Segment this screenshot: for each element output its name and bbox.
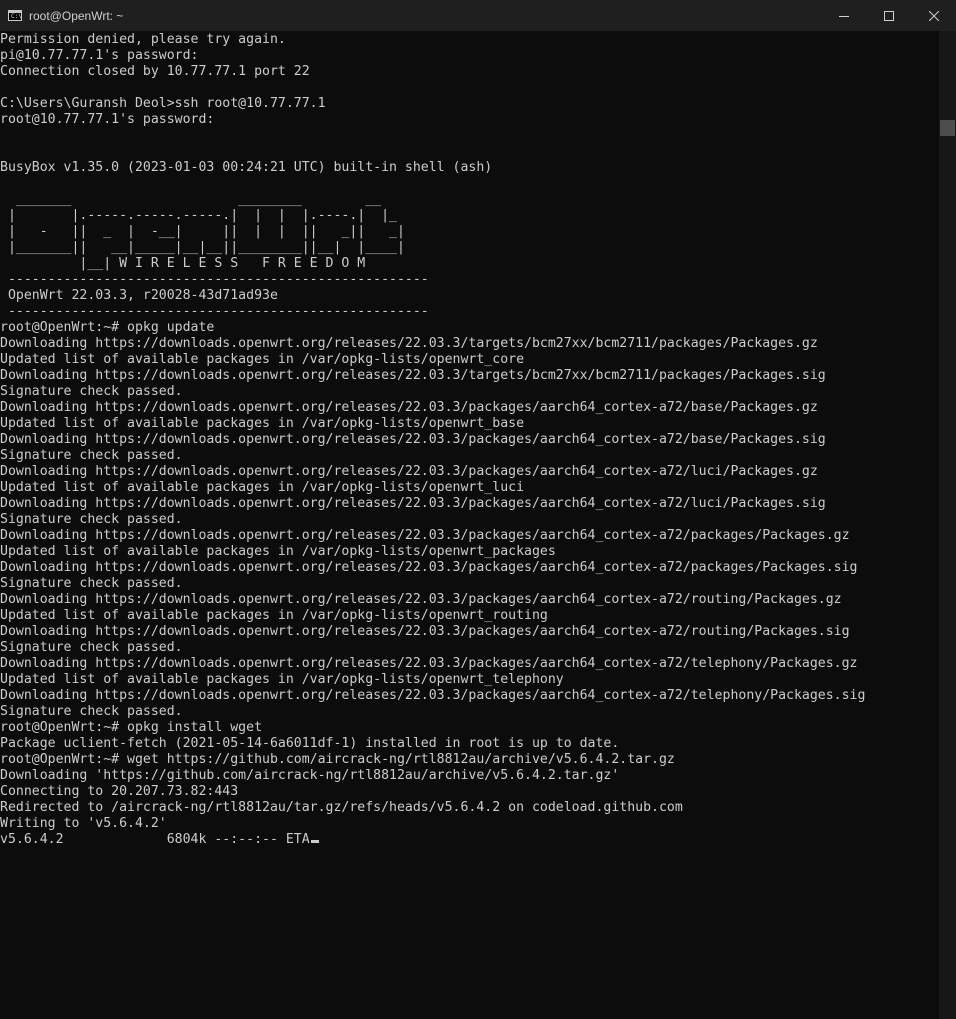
terminal-line: Updated list of available packages in /v… xyxy=(0,480,525,495)
window-title: root@OpenWrt: ~ xyxy=(29,8,124,23)
minimize-button[interactable] xyxy=(821,0,866,31)
terminal-line: | |.-----.-----.-----.| | | |.----.| |_ xyxy=(0,208,397,223)
terminal-line: Package uclient-fetch (2021-05-14-6a6011… xyxy=(0,736,620,751)
terminal-line: Downloading https://downloads.openwrt.or… xyxy=(0,400,818,415)
terminal-line: Signature check passed. xyxy=(0,384,183,399)
terminal-line: root@10.77.77.1's password: xyxy=(0,112,215,127)
terminal-line: ----------------------------------------… xyxy=(0,304,429,319)
terminal-line: root@OpenWrt:~# wget https://github.com/… xyxy=(0,752,675,767)
app-icon-text: C:\ xyxy=(11,13,22,20)
terminal-line: Downloading https://downloads.openwrt.or… xyxy=(0,688,866,703)
terminal-line: Downloading 'https://github.com/aircrack… xyxy=(0,768,620,783)
terminal-line: C:\Users\Guransh Deol>ssh root@10.77.77.… xyxy=(0,96,326,111)
window-controls xyxy=(821,0,956,31)
terminal-line: Signature check passed. xyxy=(0,512,183,527)
terminal-line: Downloading https://downloads.openwrt.or… xyxy=(0,592,842,607)
terminal-line: BusyBox v1.35.0 (2023-01-03 00:24:21 UTC… xyxy=(0,160,493,175)
terminal-line: Downloading https://downloads.openwrt.or… xyxy=(0,496,826,511)
terminal-line: Downloading https://downloads.openwrt.or… xyxy=(0,464,818,479)
terminal-line: Permission denied, please try again. xyxy=(0,32,286,47)
terminal-line: pi@10.77.77.1's password: xyxy=(0,48,199,63)
terminal-line: Downloading https://downloads.openwrt.or… xyxy=(0,336,818,351)
terminal-line: Signature check passed. xyxy=(0,640,183,655)
minimize-icon xyxy=(838,15,849,17)
progress-line: v5.6.4.2 6804k --:--:-- ETA xyxy=(0,832,940,848)
terminal-line: Downloading https://downloads.openwrt.or… xyxy=(0,560,858,575)
terminal-line: Downloading https://downloads.openwrt.or… xyxy=(0,624,850,639)
vertical-scrollbar[interactable] xyxy=(939,31,956,1019)
terminal-line: ----------------------------------------… xyxy=(0,272,429,287)
terminal-window: C:\ root@OpenWrt: ~ Permission denied, p… xyxy=(0,0,956,1019)
terminal-line: |__| W I R E L E S S F R E E D O M xyxy=(0,256,366,271)
terminal-line: Writing to 'v5.6.4.2' xyxy=(0,816,167,831)
terminal-line: _______ ________ __ xyxy=(0,192,382,207)
maximize-button[interactable] xyxy=(866,0,911,31)
scroll-thumb[interactable] xyxy=(940,120,955,136)
terminal-line: Signature check passed. xyxy=(0,704,183,719)
terminal-line: Downloading https://downloads.openwrt.or… xyxy=(0,432,826,447)
close-icon xyxy=(928,10,939,21)
terminal-line: Updated list of available packages in /v… xyxy=(0,544,556,559)
terminal-line: Downloading https://downloads.openwrt.or… xyxy=(0,368,826,383)
terminal-line: Updated list of available packages in /v… xyxy=(0,416,525,431)
terminal-line: Connecting to 20.207.73.82:443 xyxy=(0,784,239,799)
command-prompt-icon[interactable]: C:\ xyxy=(8,10,22,21)
progress-text: v5.6.4.2 6804k --:--:-- ETA xyxy=(0,832,310,847)
close-button[interactable] xyxy=(911,0,956,31)
terminal-line: Downloading https://downloads.openwrt.or… xyxy=(0,656,858,671)
title-bar[interactable]: C:\ root@OpenWrt: ~ xyxy=(0,0,956,31)
terminal-line: Connection closed by 10.77.77.1 port 22 xyxy=(0,64,310,79)
terminal-line: root@OpenWrt:~# opkg update xyxy=(0,320,215,335)
terminal-line: Updated list of available packages in /v… xyxy=(0,608,548,623)
terminal-line: Downloading https://downloads.openwrt.or… xyxy=(0,528,850,543)
terminal-line: |_______|| __|_____|__|__||________||__|… xyxy=(0,240,405,255)
terminal-line: Signature check passed. xyxy=(0,448,183,463)
terminal-line: | - || _ | -__| || | | || _|| _| xyxy=(0,224,405,239)
maximize-icon xyxy=(883,10,894,21)
terminal-output[interactable]: Permission denied, please try again. pi@1… xyxy=(0,31,940,1019)
terminal-text: Permission denied, please try again. pi@1… xyxy=(0,31,940,848)
terminal-line: Updated list of available packages in /v… xyxy=(0,352,525,367)
text-cursor xyxy=(310,840,319,843)
terminal-line: Updated list of available packages in /v… xyxy=(0,672,564,687)
terminal-line: OpenWrt 22.03.3, r20028-43d71ad93e xyxy=(0,288,278,303)
terminal-line: Redirected to /aircrack-ng/rtl8812au/tar… xyxy=(0,800,683,815)
terminal-line: root@OpenWrt:~# opkg install wget xyxy=(0,720,263,735)
terminal-line: Signature check passed. xyxy=(0,576,183,591)
